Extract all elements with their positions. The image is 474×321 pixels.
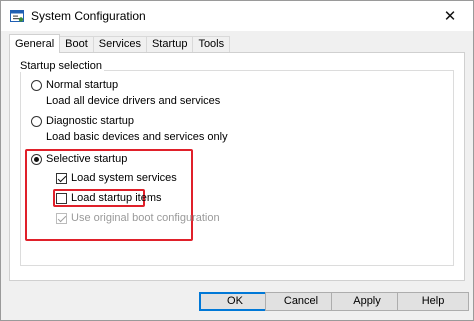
load-system-services-label[interactable]: Load system services [71, 172, 177, 184]
selective-startup-radio[interactable] [31, 154, 42, 165]
load-startup-items-checkbox[interactable] [56, 193, 67, 204]
help-button[interactable]: Help [397, 292, 469, 311]
tab-services[interactable]: Services [92, 36, 147, 53]
close-icon: ✕ [443, 8, 457, 25]
title-bar: System Configuration ✕ [1, 1, 473, 31]
normal-startup-radio[interactable] [31, 80, 42, 91]
diagnostic-startup-label[interactable]: Diagnostic startup [46, 115, 134, 127]
msconfig-icon [10, 10, 24, 22]
tab-startup[interactable]: Startup [145, 36, 194, 53]
tab-general[interactable]: General [9, 34, 61, 53]
tab-tools[interactable]: Tools [192, 36, 231, 53]
window-title: System Configuration [31, 9, 146, 23]
close-button[interactable]: ✕ [427, 1, 473, 31]
selective-startup-label[interactable]: Selective startup [46, 153, 127, 165]
startup-selection-title: Startup selection [18, 60, 104, 72]
ok-button[interactable]: OK [199, 292, 271, 311]
use-original-boot-config-checkbox[interactable] [56, 213, 67, 224]
load-system-services-checkbox[interactable] [56, 173, 67, 184]
normal-startup-label[interactable]: Normal startup [46, 79, 118, 91]
apply-button[interactable]: Apply [331, 292, 403, 311]
tab-boot[interactable]: Boot [59, 36, 94, 53]
general-tab-panel: Startup selection Normal startup Load al… [9, 52, 465, 281]
normal-startup-description: Load all device drivers and services [46, 95, 221, 107]
diagnostic-startup-radio[interactable] [31, 116, 42, 127]
diagnostic-startup-description: Load basic devices and services only [46, 131, 228, 143]
cancel-button[interactable]: Cancel [265, 292, 337, 311]
use-original-boot-config-label: Use original boot configuration [71, 212, 220, 224]
tab-bar: General Boot Services Startup Tools [9, 34, 231, 53]
system-configuration-window: System Configuration ✕ General Boot Serv… [0, 0, 474, 321]
load-startup-items-label[interactable]: Load startup items [71, 192, 162, 204]
